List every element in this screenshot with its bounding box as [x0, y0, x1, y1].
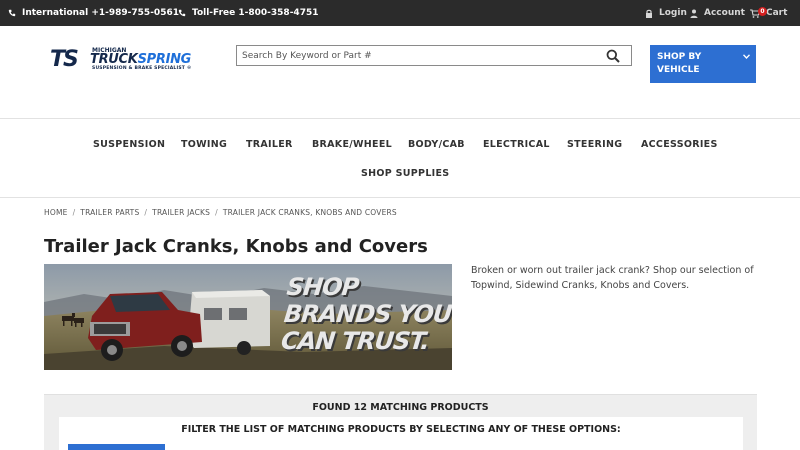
logo-mark: TS — [50, 47, 79, 72]
banner-slogan-line1: SHOP — [285, 273, 360, 301]
search-bar — [236, 45, 632, 66]
shop-by-vehicle-line1: SHOP BY — [657, 52, 702, 62]
chevron-down-icon — [743, 54, 750, 59]
category-description: Broken or worn out trailer jack crank? S… — [471, 265, 754, 291]
account-link[interactable]: Account — [690, 0, 745, 26]
nav-item-towing[interactable]: TOWING — [181, 139, 227, 150]
nav-item-electrical[interactable]: ELECTRICAL — [483, 139, 550, 150]
site-header: TS MICHIGAN TRUCKSPRING SUSPENSION & BRA… — [0, 26, 800, 119]
shop-by-vehicle-line2: VEHICLE — [657, 65, 700, 75]
breadcrumb-separator: / — [215, 208, 218, 217]
cart-count-badge: 0 — [758, 7, 767, 16]
category-banner[interactable]: SHOP BRANDS YOU CAN TRUST. — [44, 264, 452, 370]
nav-item-shop-supplies[interactable]: SHOP SUPPLIES — [361, 168, 449, 179]
breadcrumb-home[interactable]: HOME — [44, 208, 68, 217]
banner-slogan-line3: CAN TRUST. — [279, 327, 431, 355]
filter-panel: FILTER THE LIST OF MATCHING PRODUCTS BY … — [59, 417, 743, 450]
banner-slogan-line2: BRANDS YOU — [282, 300, 452, 328]
international-phone-text: International +1-989-755-0561 — [22, 8, 179, 18]
breadcrumb: HOME / TRAILER PARTS / TRAILER JACKS / TRAILER… — [44, 208, 397, 217]
filter-option-button[interactable] — [68, 444, 165, 450]
login-link[interactable]: Login — [645, 0, 687, 26]
search-input[interactable] — [237, 46, 597, 65]
logo-wordmark: TRUCKSPRING — [90, 52, 191, 67]
tollfree-phone-link[interactable]: Toll-Free 1-800-358-4751 — [178, 0, 318, 26]
site-logo[interactable]: TS MICHIGAN TRUCKSPRING SUSPENSION & BRA… — [50, 47, 200, 73]
nav-item-brake-wheel[interactable]: BRAKE/WHEEL — [312, 139, 392, 150]
account-label: Account — [704, 8, 745, 18]
logo-tagline: SUSPENSION & BRAKE SPECIALIST ® — [92, 66, 192, 71]
cart-link[interactable]: 0 Cart — [750, 0, 787, 26]
tollfree-phone-text: Toll-Free 1-800-358-4751 — [192, 8, 319, 18]
page-title: Trailer Jack Cranks, Knobs and Covers — [44, 236, 428, 257]
results-count: FOUND 12 MATCHING PRODUCTS — [312, 402, 489, 413]
breadcrumb-separator: / — [72, 208, 76, 217]
user-icon — [690, 9, 698, 18]
nav-item-trailer[interactable]: TRAILER — [246, 139, 293, 150]
logo-word-spring: SPRING — [137, 52, 192, 67]
search-button[interactable] — [603, 47, 623, 65]
login-label: Login — [659, 8, 687, 18]
phone-icon — [178, 9, 186, 17]
banner-slogan: SHOP BRANDS YOU CAN TRUST. — [279, 273, 452, 355]
top-bar: International +1-989-755-0561 Toll-Free … — [0, 0, 800, 26]
breadcrumb-trailer-parts[interactable]: TRAILER PARTS — [80, 208, 139, 217]
international-phone-link[interactable]: International +1-989-755-0561 — [8, 0, 179, 26]
filter-heading: FILTER THE LIST OF MATCHING PRODUCTS BY … — [181, 424, 621, 435]
breadcrumb-trailer-jacks[interactable]: TRAILER JACKS — [152, 208, 210, 217]
breadcrumb-current: TRAILER JACK CRANKS, KNOBS AND COVERS — [222, 208, 397, 217]
breadcrumb-separator: / — [144, 208, 148, 217]
search-icon — [606, 49, 620, 63]
nav-item-suspension[interactable]: SUSPENSION — [93, 139, 165, 150]
nav-item-body-cab[interactable]: BODY/CAB — [408, 139, 465, 150]
logo-word-truck: TRUCK — [90, 52, 138, 67]
main-nav: SUSPENSION TOWING TRAILER BRAKE/WHEEL BO… — [0, 120, 800, 198]
lock-icon — [646, 9, 652, 18]
nav-item-steering[interactable]: STEERING — [567, 139, 622, 150]
results-panel: FOUND 12 MATCHING PRODUCTS FILTER THE LI… — [44, 394, 757, 450]
nav-item-accessories[interactable]: ACCESSORIES — [641, 139, 718, 150]
phone-icon — [8, 9, 16, 17]
cart-label: Cart — [766, 8, 788, 18]
shop-by-vehicle-button[interactable]: SHOP BY VEHICLE — [650, 45, 756, 83]
